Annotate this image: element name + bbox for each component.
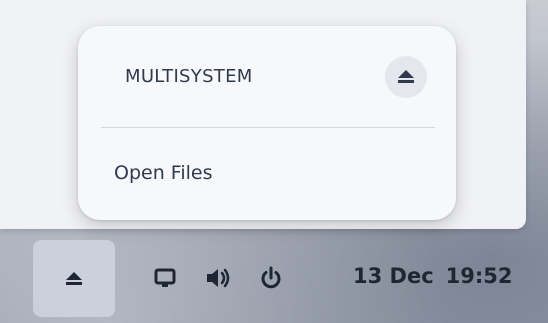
eject-icon (66, 271, 82, 285)
top-panel: 13 Dec 19:52 (0, 230, 548, 323)
clock-time: 19:52 (445, 264, 513, 288)
display-button[interactable] (150, 263, 180, 293)
popover-separator (101, 127, 435, 128)
volume-icon (207, 268, 230, 288)
open-files-menu-item[interactable]: Open Files (114, 162, 212, 184)
eject-device-button[interactable] (385, 56, 427, 98)
volume-button[interactable] (203, 263, 233, 293)
power-button[interactable] (256, 263, 286, 293)
device-name-label: MULTISYSTEM (125, 66, 253, 87)
clock-date: 13 Dec (353, 264, 434, 288)
removable-device-popover: MULTISYSTEM Open Files (78, 26, 456, 220)
display-icon (154, 268, 176, 287)
power-icon (261, 266, 281, 289)
eject-icon (398, 70, 414, 83)
panel-eject-button[interactable] (33, 240, 115, 317)
panel-clock[interactable]: 13 Dec 19:52 (353, 264, 513, 288)
